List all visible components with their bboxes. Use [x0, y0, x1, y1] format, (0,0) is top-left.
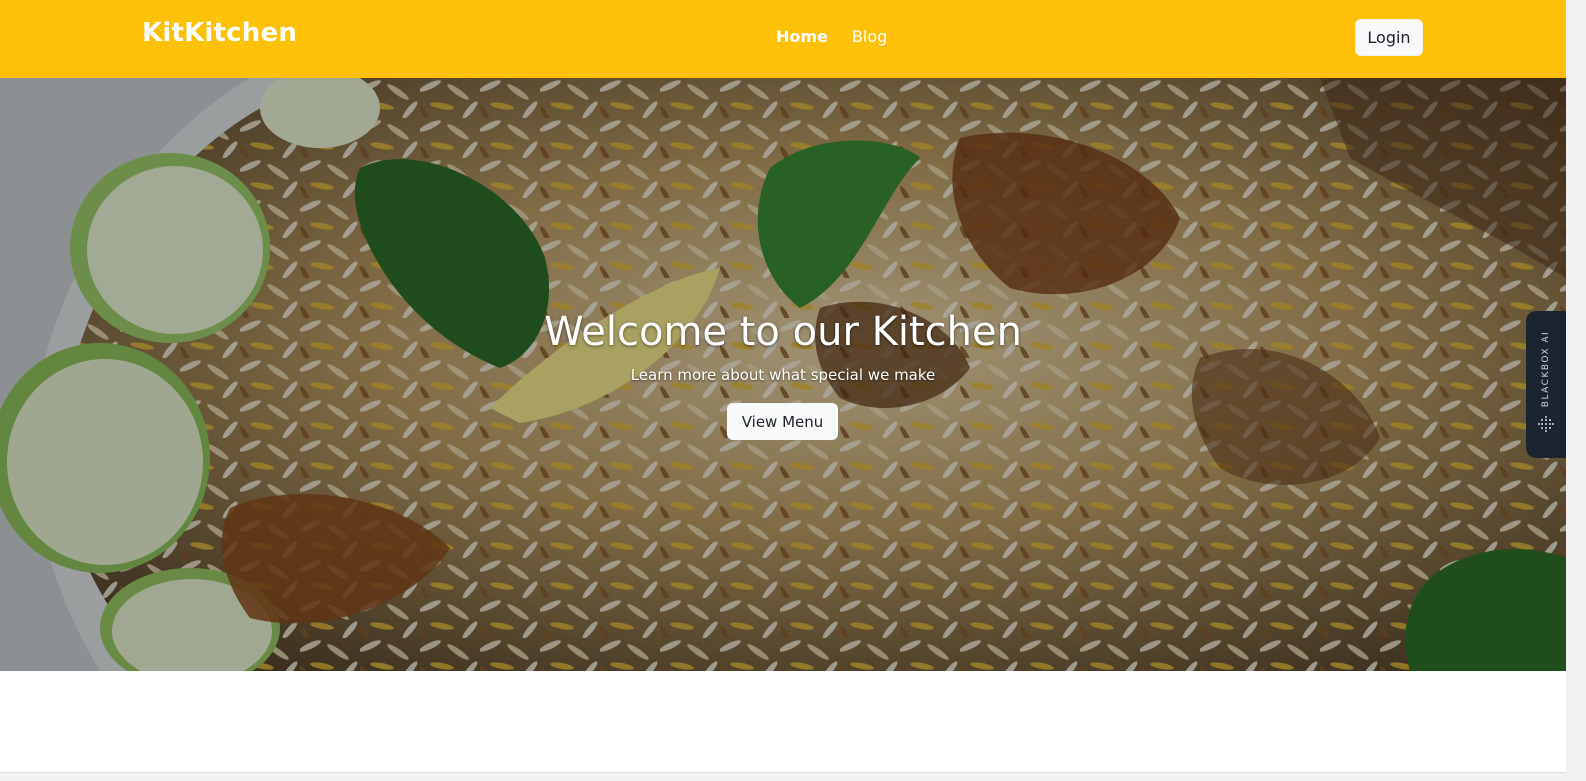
navbar: KitKitchen Home Blog Login — [0, 0, 1566, 78]
nav-links: Home Blog — [776, 27, 887, 46]
dot-grid-icon — [1538, 416, 1554, 432]
blackbox-ai-label: BLACKBOX AI — [1541, 330, 1551, 408]
login-button[interactable]: Login — [1355, 19, 1423, 56]
hero-title: Welcome to our Kitchen — [544, 309, 1022, 355]
vertical-scrollbar[interactable] — [1566, 0, 1586, 781]
nav-link-blog[interactable]: Blog — [852, 27, 887, 46]
nav-link-home[interactable]: Home — [776, 27, 828, 46]
hero-section: Welcome to our Kitchen Learn more about … — [0, 78, 1566, 671]
hero-subtitle: Learn more about what special we make — [630, 366, 936, 384]
page: KitKitchen Home Blog Login Welcome to ou… — [0, 0, 1566, 772]
view-menu-button[interactable]: View Menu — [727, 403, 838, 440]
brand-logo[interactable]: KitKitchen — [142, 18, 297, 48]
blackbox-ai-tab[interactable]: BLACKBOX AI — [1526, 311, 1566, 458]
horizontal-scrollbar[interactable] — [0, 772, 1566, 781]
